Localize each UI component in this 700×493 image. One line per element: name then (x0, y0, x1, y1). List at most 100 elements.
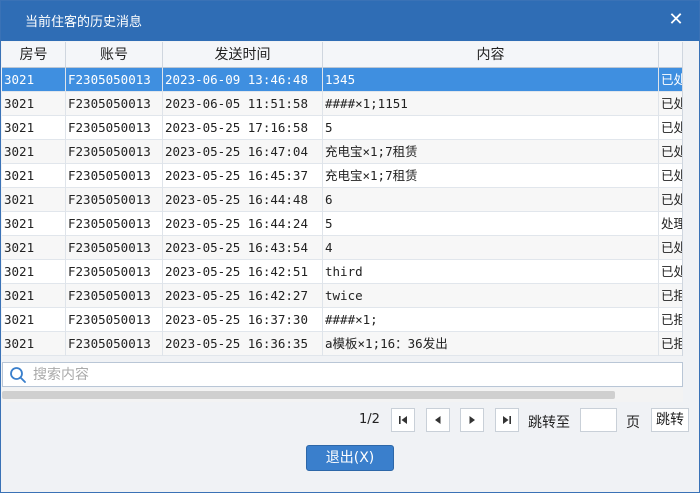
account-cell: F2305050013 (66, 284, 163, 308)
table-row[interactable]: 3021 F2305050013 2023-05-25 16:42:27 twice 已… (2, 284, 682, 308)
prev-page-button[interactable] (426, 408, 450, 432)
account-cell: F2305050013 (66, 92, 163, 116)
content-cell: 5 (323, 212, 659, 236)
room-cell: 3021 (2, 92, 66, 116)
scrollbar-thumb[interactable] (2, 391, 615, 399)
jump-page-input[interactable] (580, 408, 617, 432)
exit-button[interactable]: 退出(X) (306, 445, 394, 471)
first-page-icon (399, 416, 407, 424)
horizontal-scrollbar[interactable] (2, 388, 683, 402)
send-time-cell: 2023-05-25 16:37:30 (163, 308, 323, 332)
next-page-button[interactable] (460, 408, 484, 432)
column-header-account[interactable]: 账号 (66, 42, 163, 68)
table-row[interactable]: 3021 F2305050013 2023-05-25 16:37:30 ####×1… (2, 308, 682, 332)
table-row[interactable]: 3021F23050500132023-05-25 17:16:585已处 (2, 116, 682, 140)
send-time-cell: 2023-05-25 16:42:27 (163, 284, 323, 308)
content-cell: 充电宝×1;7租赁 (323, 140, 659, 164)
content-cell: 5 (323, 116, 659, 140)
send-time-cell: 2023-05-25 16:47:04 (163, 140, 323, 164)
column-header-status[interactable] (659, 42, 682, 68)
send-time-cell: 2023-05-25 17:16:58 (163, 116, 323, 140)
table-row[interactable]: 3021 F2305050013 2023-06-05 11:51:58 ####×1… (2, 92, 682, 116)
room-cell: 3021 (2, 140, 66, 164)
title-bar[interactable]: 当前住客的历史消息 ✕ (1, 1, 699, 41)
message-history-table: 房号 账号 发送时间 内容 3021 F2305050013 2023-06-09 … (2, 42, 683, 356)
content-cell: 1345 (323, 68, 659, 92)
table-row[interactable]: 3021 F2305050013 2023-05-25 16:36:35 a模板×1;… (2, 332, 682, 356)
table-header: 房号 账号 发送时间 内容 (2, 42, 682, 68)
content-cell: 4 (323, 236, 659, 260)
account-cell: F2305050013 (66, 140, 163, 164)
status-cell: 已处 (659, 140, 682, 164)
status-cell: 已处 (659, 236, 682, 260)
status-cell: 已处 (659, 188, 682, 212)
room-cell: 3021 (2, 332, 66, 356)
send-time-cell: 2023-05-25 16:42:51 (163, 260, 323, 284)
room-cell: 3021 (2, 308, 66, 332)
status-cell: 已拒 (659, 332, 682, 356)
column-header-room[interactable]: 房号 (2, 42, 66, 68)
account-cell: F2305050013 (66, 236, 163, 260)
content-cell: ####×1;1151 (323, 92, 659, 116)
status-cell: 已拒 (659, 284, 682, 308)
send-time-cell: 2023-05-25 16:43:54 (163, 236, 323, 260)
jump-button[interactable]: 跳转 (651, 408, 689, 432)
content-cell: twice (323, 284, 659, 308)
page-unit-label: 页 (626, 415, 640, 431)
content-cell: 6 (323, 188, 659, 212)
status-cell: 处理 (659, 212, 682, 236)
account-cell: F2305050013 (66, 116, 163, 140)
room-cell: 3021 (2, 68, 66, 92)
room-cell: 3021 (2, 116, 66, 140)
account-cell: F2305050013 (66, 212, 163, 236)
table-row[interactable]: 3021F23050500132023-05-25 16:43:544已处 (2, 236, 682, 260)
content-cell: ####×1; (323, 308, 659, 332)
account-cell: F2305050013 (66, 68, 163, 92)
search-input[interactable] (33, 365, 673, 384)
column-header-send-time[interactable]: 发送时间 (163, 42, 323, 68)
first-page-button[interactable] (391, 408, 415, 432)
send-time-cell: 2023-06-05 11:51:58 (163, 92, 323, 116)
close-icon[interactable]: ✕ (665, 9, 687, 31)
account-cell: F2305050013 (66, 308, 163, 332)
room-cell: 3021 (2, 188, 66, 212)
jump-to-label: 跳转至 (528, 415, 570, 431)
status-cell: 已处 (659, 92, 682, 116)
history-messages-dialog: 当前住客的历史消息 ✕ 房号 账号 发送时间 内容 3021 F230505001… (0, 0, 700, 493)
dialog-title: 当前住客的历史消息 (25, 15, 143, 30)
status-cell: 已拒 (659, 308, 682, 332)
table-row[interactable]: 3021 F2305050013 2023-05-25 16:42:51 third 已… (2, 260, 682, 284)
content-cell: third (323, 260, 659, 284)
send-time-cell: 2023-05-25 16:44:48 (163, 188, 323, 212)
room-cell: 3021 (2, 212, 66, 236)
next-page-icon (469, 416, 475, 424)
column-header-content[interactable]: 内容 (323, 42, 659, 68)
pagination-bar: 1/2 跳转至 页 跳转 (1, 405, 699, 435)
search-box (2, 362, 683, 387)
room-cell: 3021 (2, 284, 66, 308)
prev-page-icon (435, 416, 441, 424)
status-cell: 已处 (659, 116, 682, 140)
content-cell: a模板×1;16：36发出 (323, 332, 659, 356)
table-row[interactable]: 3021 F2305050013 2023-05-25 16:47:04 充电宝×1;… (2, 140, 682, 164)
room-cell: 3021 (2, 164, 66, 188)
send-time-cell: 2023-05-25 16:36:35 (163, 332, 323, 356)
send-time-cell: 2023-05-25 16:45:37 (163, 164, 323, 188)
status-cell: 已处 (659, 68, 682, 92)
room-cell: 3021 (2, 260, 66, 284)
account-cell: F2305050013 (66, 164, 163, 188)
account-cell: F2305050013 (66, 188, 163, 212)
status-cell: 已处 (659, 164, 682, 188)
table-row[interactable]: 3021F23050500132023-05-25 16:44:245处理 (2, 212, 682, 236)
table-row[interactable]: 3021F23050500132023-06-09 13:46:481345已处 (2, 68, 682, 92)
account-cell: F2305050013 (66, 260, 163, 284)
table-row[interactable]: 3021F23050500132023-05-25 16:44:486已处 (2, 188, 682, 212)
search-icon (10, 367, 26, 383)
content-cell: 充电宝×1;7租赁 (323, 164, 659, 188)
account-cell: F2305050013 (66, 332, 163, 356)
table-row[interactable]: 3021 F2305050013 2023-05-25 16:45:37 充电宝×1;… (2, 164, 682, 188)
page-indicator: 1/2 (359, 412, 380, 427)
last-page-button[interactable] (495, 408, 519, 432)
last-page-icon (503, 416, 511, 424)
send-time-cell: 2023-06-09 13:46:48 (163, 68, 323, 92)
